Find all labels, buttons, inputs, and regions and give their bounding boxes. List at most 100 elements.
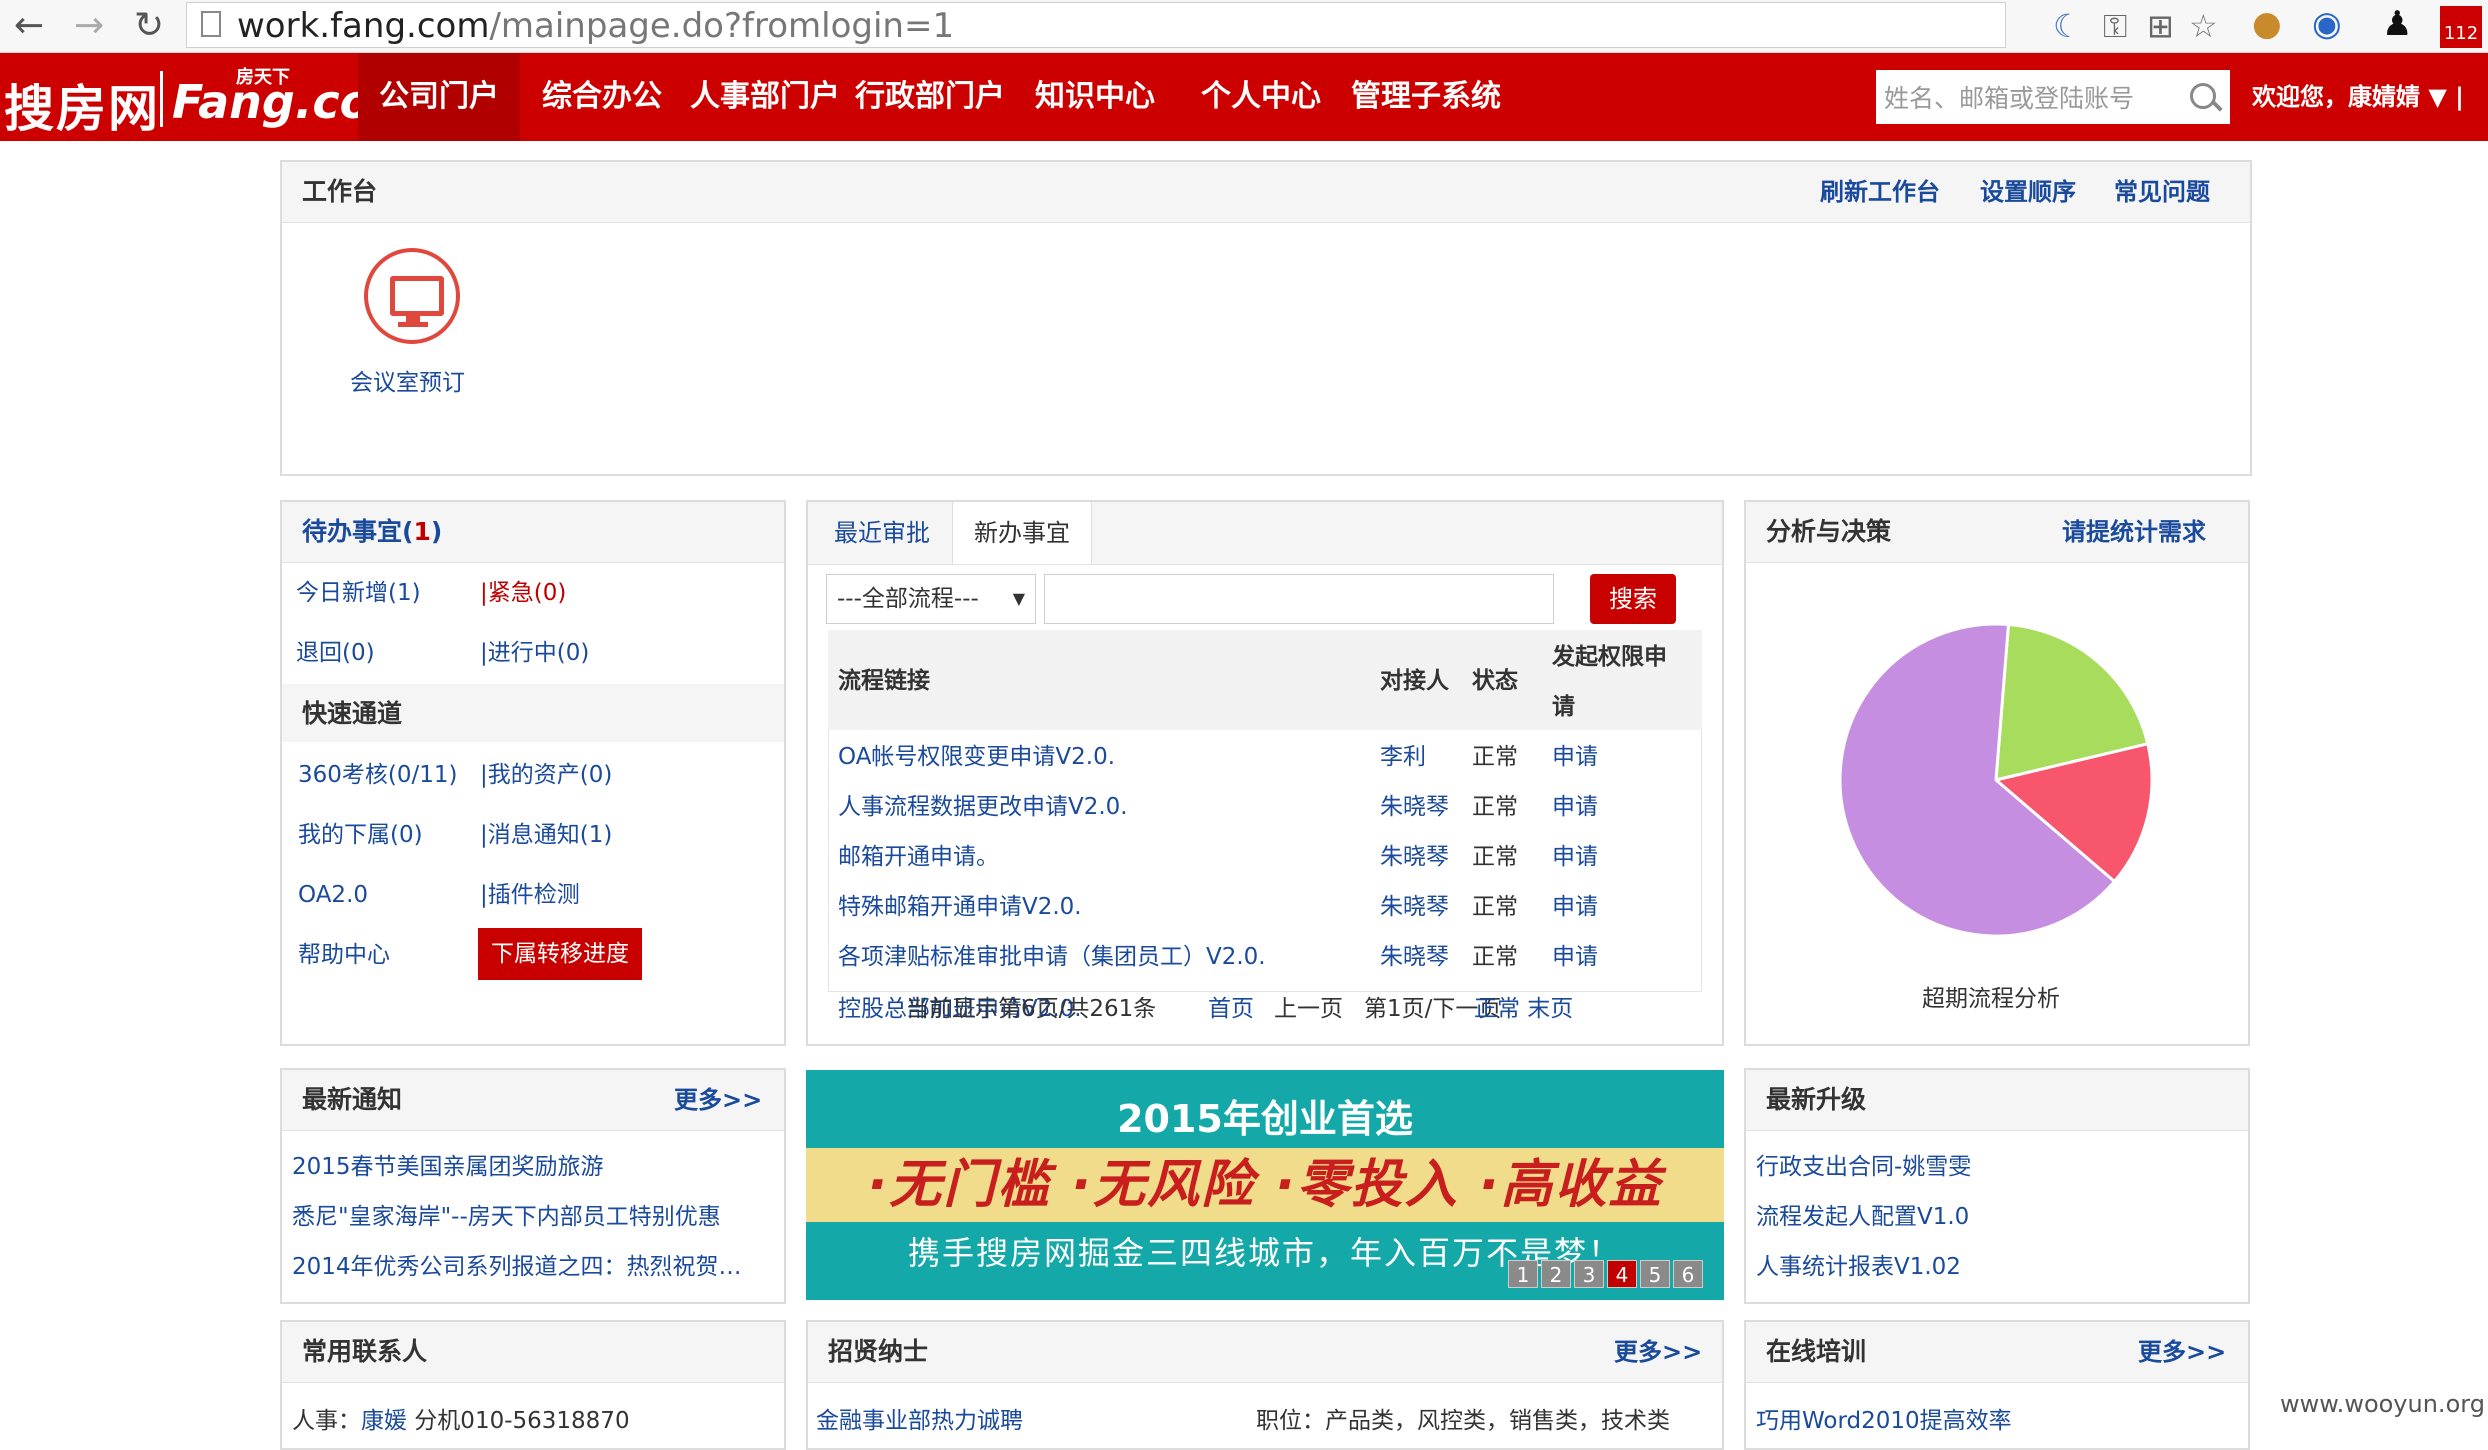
contact-name[interactable]: 康媛 <box>361 1408 407 1434</box>
today-new-link[interactable]: 今日新增(1) <box>296 578 421 608</box>
col-status: 状态 <box>1472 668 1518 694</box>
quick-my-subordinates[interactable]: 我的下属(0) <box>298 820 423 850</box>
forward-arrow-icon[interactable]: → <box>74 6 104 46</box>
banner-page-5[interactable]: 5 <box>1640 1260 1670 1288</box>
search-icon[interactable] <box>2190 83 2216 109</box>
set-order-link[interactable]: 设置顺序 <box>1980 162 2076 222</box>
cookie-icon[interactable]: ● <box>2252 4 2282 44</box>
monitor-icon[interactable] <box>364 248 460 344</box>
menu-hr-portal[interactable]: 人事部门户 <box>690 53 840 141</box>
pagination-prev[interactable]: 上一页 <box>1274 994 1343 1024</box>
tab-recent-approvals[interactable]: 最近审批 <box>812 502 952 564</box>
user-search-input[interactable] <box>1882 76 2176 120</box>
reload-icon[interactable]: ↻ <box>134 6 164 46</box>
process-name[interactable]: 邮箱开通申请。 <box>838 842 999 872</box>
quick-plugin-check[interactable]: |插件检测 <box>480 880 580 910</box>
process-apply-link[interactable]: 申请 <box>1552 942 1598 972</box>
back-arrow-icon[interactable]: ← <box>14 6 44 46</box>
menu-general-office[interactable]: 综合办公 <box>532 53 672 141</box>
recruit-job-link[interactable]: 金融事业部热力诚聘 <box>816 1406 1023 1436</box>
process-name[interactable]: 各项津贴标准审批申请（集团员工）V2.0. <box>838 942 1266 972</box>
quick-oa2[interactable]: OA2.0 <box>298 880 368 910</box>
pie-caption: 超期流程分析 <box>1922 986 2060 1012</box>
menu-admin-subsystem[interactable]: 管理子系统 <box>1346 53 1506 141</box>
training-more-link[interactable]: 更多>> <box>2138 1322 2226 1382</box>
notices-more-link[interactable]: 更多>> <box>674 1070 762 1130</box>
key-icon[interactable]: ⚿ <box>2103 7 2127 45</box>
recruit-header: 招贤纳士 更多>> <box>808 1322 1722 1383</box>
process-contact[interactable]: 朱晓琴 <box>1380 842 1449 872</box>
chess-pawn-icon[interactable]: ♟ <box>2382 4 2412 44</box>
list-item[interactable]: 2014年优秀公司系列报道之四：热烈祝贺… <box>292 1252 742 1282</box>
menu-admin-portal[interactable]: 行政部门户 <box>852 53 1008 141</box>
menu-personal-center[interactable]: 个人中心 <box>1188 53 1334 141</box>
address-bar[interactable]: work.fang.com/mainpage.do?fromlogin=1 ☾ … <box>186 2 2218 48</box>
pagination-last[interactable]: 正常 末页 <box>1474 994 1573 1024</box>
quick-360-review[interactable]: 360考核(0/11) <box>298 760 458 790</box>
process-search-input[interactable] <box>1044 574 1554 624</box>
address-url[interactable]: work.fang.com/mainpage.do?fromlogin=1 <box>237 7 954 45</box>
monitor-screen <box>390 276 444 316</box>
banner-page-2[interactable]: 2 <box>1541 1260 1571 1288</box>
process-filter-select[interactable]: ---全部流程--- ▼ <box>826 574 1036 624</box>
calendar-badge-count: 112 <box>2443 23 2479 44</box>
banner-page-6[interactable]: 6 <box>1673 1260 1703 1288</box>
list-item[interactable]: 2015春节美国亲属团奖励旅游 <box>292 1152 604 1182</box>
banner-page-4[interactable]: 4 <box>1607 1260 1637 1288</box>
col-process-link: 流程链接 <box>838 668 930 694</box>
process-contact[interactable]: 朱晓琴 <box>1380 792 1449 822</box>
globe-icon[interactable]: ◉ <box>2312 4 2342 44</box>
moon-icon[interactable]: ☾ <box>2053 7 2082 45</box>
process-name[interactable]: 特殊邮箱开通申请V2.0. <box>838 892 1082 922</box>
quick-notifications[interactable]: |消息通知(1) <box>480 820 612 850</box>
analysis-header: 分析与决策 请提统计需求 <box>1746 502 2248 563</box>
process-apply-link[interactable]: 申请 <box>1552 792 1598 822</box>
transfer-progress-button[interactable]: 下属转移进度 <box>478 928 642 980</box>
pagination-first[interactable]: 首页 <box>1208 994 1254 1024</box>
training-course-link[interactable]: 巧用Word2010提高效率 <box>1756 1406 2012 1436</box>
process-tabs: 最近审批 新办事宜 <box>808 502 1722 565</box>
process-contact[interactable]: 朱晓琴 <box>1380 942 1449 972</box>
menu-knowledge-center[interactable]: 知识中心 <box>1022 53 1168 141</box>
returned-link[interactable]: 退回(0) <box>296 638 375 668</box>
banner-page-3[interactable]: 3 <box>1574 1260 1604 1288</box>
workbench-panel: 工作台 刷新工作台 设置顺序 常见问题 <box>280 160 2252 476</box>
list-item[interactable]: 悉尼"皇家海岸"--房天下内部员工特别优惠 <box>292 1202 721 1232</box>
todo-title[interactable]: 待办事宜(1) <box>302 502 442 562</box>
logo-subtitle: 房天下 <box>236 67 290 88</box>
quick-help-center[interactable]: 帮助中心 <box>298 940 390 970</box>
list-item[interactable]: 人事统计报表V1.02 <box>1756 1252 1961 1282</box>
process-name[interactable]: 人事流程数据更改申请V2.0. <box>838 792 1128 822</box>
translate-icon[interactable]: ⊞ <box>2147 7 2174 45</box>
process-apply-link[interactable]: 申请 <box>1552 892 1598 922</box>
list-item[interactable]: 流程发起人配置V1.0 <box>1756 1202 1969 1232</box>
process-status: 正常 <box>1472 744 1518 770</box>
process-contact[interactable]: 李利 <box>1380 742 1426 772</box>
refresh-workbench-link[interactable]: 刷新工作台 <box>1820 162 1940 222</box>
process-apply-link[interactable]: 申请 <box>1552 842 1598 872</box>
process-apply-link[interactable]: 申请 <box>1552 742 1598 772</box>
urgent-link[interactable]: |紧急(0) <box>480 578 566 608</box>
quick-my-assets[interactable]: |我的资产(0) <box>480 760 612 790</box>
faq-link[interactable]: 常见问题 <box>2114 162 2210 222</box>
recruit-more-link[interactable]: 更多>> <box>1614 1322 1702 1382</box>
list-item[interactable]: 行政支出合同-姚雪雯 <box>1756 1152 1971 1182</box>
process-contact[interactable]: 朱晓琴 <box>1380 892 1449 922</box>
tab-new-affairs[interactable]: 新办事宜 <box>952 502 1092 564</box>
menu-company-portal[interactable]: 公司门户 <box>358 53 520 141</box>
bookmark-star-icon[interactable]: ☆ <box>2189 7 2218 45</box>
watermark: www.wooyun.org <box>2280 1390 2485 1418</box>
pagination-summary: 当前显示第6页/共261条 <box>906 996 1157 1022</box>
welcome-user-menu[interactable]: 欢迎您，康婧婧 ▼ | <box>2252 53 2464 141</box>
meeting-room-booking-link[interactable]: 会议室预订 <box>350 368 465 398</box>
promo-banner[interactable]: 2015年创业首选 ·无门槛 ·无风险 ·零投入 ·高收益 携手搜房网掘金三四线… <box>806 1070 1724 1300</box>
in-progress-link[interactable]: |进行中(0) <box>480 638 589 668</box>
user-search <box>1876 70 2230 124</box>
process-search-button[interactable]: 搜索 <box>1590 574 1676 624</box>
quick-access-header: 快速通道 <box>282 684 784 742</box>
process-name[interactable]: OA帐号权限变更申请V2.0. <box>838 742 1115 772</box>
request-statistics-link[interactable]: 请提统计需求 <box>2062 502 2206 562</box>
todo-header: 待办事宜(1) <box>282 502 784 563</box>
banner-page-1[interactable]: 1 <box>1508 1260 1538 1288</box>
calendar-badge-icon[interactable]: 112 <box>2440 6 2482 48</box>
